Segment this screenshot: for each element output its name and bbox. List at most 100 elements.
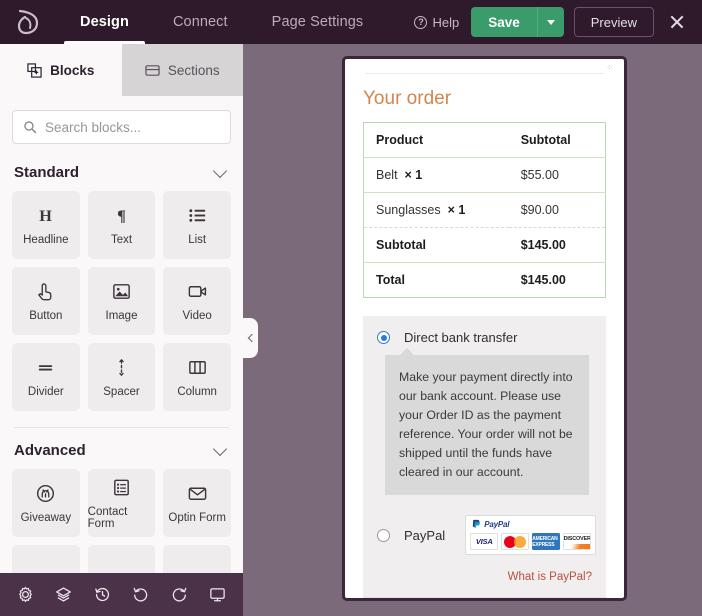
- block-tile-divider[interactable]: Divider: [12, 343, 80, 411]
- radio-bank-transfer[interactable]: [377, 331, 390, 344]
- nav-tab-design[interactable]: Design: [58, 0, 151, 44]
- block-label: Column: [177, 385, 217, 398]
- nav-tab-connect[interactable]: Connect: [151, 0, 250, 44]
- button-click-icon: [38, 282, 52, 300]
- order-summary-table: Product Subtotal Belt × 1 $55.00 Sunglas…: [363, 122, 606, 298]
- group-header-advanced[interactable]: Advanced: [12, 428, 231, 469]
- block-tile-list[interactable]: List: [163, 191, 231, 259]
- headline-icon: H: [40, 207, 53, 225]
- block-tile-giveaway[interactable]: Giveaway: [12, 469, 80, 537]
- sections-icon: [145, 64, 160, 76]
- help-button[interactable]: ? Help: [402, 15, 471, 30]
- block-tile-video[interactable]: Video: [163, 267, 231, 335]
- subtotal-label: Subtotal: [363, 227, 509, 263]
- drag-handle-icon[interactable]: ⁘: [606, 63, 613, 72]
- group-title-standard: Standard: [14, 164, 80, 181]
- page-content: ⁘ Your order Product Subtotal Belt × 1 $…: [345, 59, 624, 598]
- header-subtotal: Subtotal: [508, 122, 606, 158]
- help-label: Help: [432, 14, 460, 30]
- block-label: Text: [110, 233, 133, 246]
- monitor-icon: [210, 588, 226, 602]
- preview-label: Preview: [590, 14, 637, 30]
- layers-button[interactable]: [51, 582, 77, 608]
- save-button[interactable]: Save: [471, 7, 537, 37]
- search-icon: [24, 121, 37, 134]
- table-header-row: Product Subtotal: [363, 122, 606, 158]
- block-tile-button[interactable]: Button: [12, 267, 80, 335]
- payment-description: Make your payment directly into our bank…: [385, 355, 589, 496]
- layers-icon: [56, 587, 72, 602]
- what-is-paypal-link[interactable]: What is PayPal?: [377, 571, 592, 583]
- block-tile-column[interactable]: Column: [163, 343, 231, 411]
- left-sidebar: Blocks Sections Search blocks... Standar…: [0, 44, 243, 573]
- product-qty: × 1: [447, 203, 466, 217]
- save-label: Save: [488, 14, 520, 30]
- nav-tab-page-settings[interactable]: Page Settings: [250, 0, 386, 44]
- total-amount: $145.00: [520, 273, 566, 287]
- spacer-arrows-icon: [117, 358, 126, 376]
- device-preview-button[interactable]: [205, 582, 231, 608]
- giveaway-trophy-icon: [37, 484, 55, 502]
- redo-button[interactable]: [166, 582, 192, 608]
- block-tile-spacer[interactable]: Spacer: [87, 343, 156, 411]
- payment-description-wrap: Make your payment directly into our bank…: [385, 348, 592, 496]
- group-header-standard[interactable]: Standard: [12, 150, 231, 191]
- block-tile-image[interactable]: Image: [87, 267, 156, 335]
- content-divider: [365, 73, 604, 74]
- nav-tab-connect-label: Connect: [172, 14, 228, 30]
- table-row: Sunglasses × 1 $90.00: [363, 192, 606, 228]
- payment-option-bank-transfer[interactable]: Direct bank transfer: [377, 330, 592, 345]
- block-tile-headline[interactable]: H Headline: [12, 191, 80, 259]
- main-nav: Design Connect Page Settings: [58, 0, 385, 44]
- block-label: List: [188, 233, 207, 246]
- search-blocks-field[interactable]: Search blocks...: [12, 110, 231, 144]
- discover-card-logo: DISCOVER: [563, 533, 592, 551]
- undo-button[interactable]: [128, 582, 154, 608]
- top-bar: Design Connect Page Settings ? Help Save: [0, 0, 702, 44]
- chevron-down-icon: [546, 19, 555, 25]
- block-tile-partial[interactable]: [87, 545, 156, 573]
- svg-text:¶: ¶: [117, 207, 126, 225]
- payment-box-divider: [363, 597, 606, 598]
- gear-icon: [18, 586, 32, 603]
- block-tile-contact-form[interactable]: Contact Form: [87, 469, 156, 537]
- tab-blocks-label: Blocks: [50, 62, 95, 78]
- preview-button[interactable]: Preview: [573, 7, 654, 37]
- tooltip-arrow: [399, 348, 415, 356]
- undo-icon: [133, 587, 148, 602]
- svg-text:H: H: [40, 207, 53, 225]
- block-tile-optin-form[interactable]: Optin Form: [163, 469, 231, 537]
- block-tile-partial[interactable]: [163, 545, 231, 573]
- payment-option-paypal[interactable]: PayPal PayPal VISA AMERICAN EXPRESS DISC…: [377, 515, 597, 556]
- editor-canvas: ⁘ Your order Product Subtotal Belt × 1 $…: [243, 44, 702, 616]
- tab-blocks[interactable]: Blocks: [0, 44, 122, 96]
- block-tile-partial[interactable]: [12, 545, 80, 573]
- block-label: Button: [29, 309, 63, 322]
- top-bar-actions: ? Help Save Preview: [402, 0, 702, 44]
- accepted-cards-badge: PayPal VISA AMERICAN EXPRESS DISCOVER: [465, 515, 597, 556]
- tab-sections[interactable]: Sections: [121, 44, 243, 96]
- product-cell: Sunglasses × 1: [363, 192, 509, 228]
- paragraph-icon: ¶: [117, 207, 126, 225]
- subtotal-amount: $145.00: [508, 227, 606, 263]
- amex-text: AMERICAN EXPRESS: [532, 535, 558, 548]
- blocks-icon: [27, 62, 42, 78]
- chevron-down-icon: [212, 441, 228, 456]
- block-tile-text[interactable]: ¶ Text: [87, 191, 156, 259]
- amex-card-logo: AMERICAN EXPRESS: [532, 533, 561, 551]
- search-input[interactable]: Search blocks...: [45, 120, 141, 135]
- block-label: Optin Form: [168, 511, 226, 524]
- table-row: Belt × 1 $55.00: [363, 157, 606, 193]
- radio-paypal[interactable]: [377, 528, 390, 542]
- block-label: Contact Form: [87, 505, 128, 530]
- paypal-wordmark: PayPal: [484, 520, 510, 530]
- history-clock-icon: [94, 588, 109, 602]
- sidebar-collapse-handle[interactable]: [243, 318, 258, 358]
- settings-button[interactable]: [12, 582, 38, 608]
- app-logo[interactable]: [0, 0, 58, 44]
- revision-history-button[interactable]: [89, 582, 115, 608]
- close-button[interactable]: [660, 0, 694, 44]
- save-dropdown-button[interactable]: [538, 7, 564, 37]
- mastercard-circles-icon: [504, 535, 527, 548]
- sidebar-tabs: Blocks Sections: [0, 44, 243, 96]
